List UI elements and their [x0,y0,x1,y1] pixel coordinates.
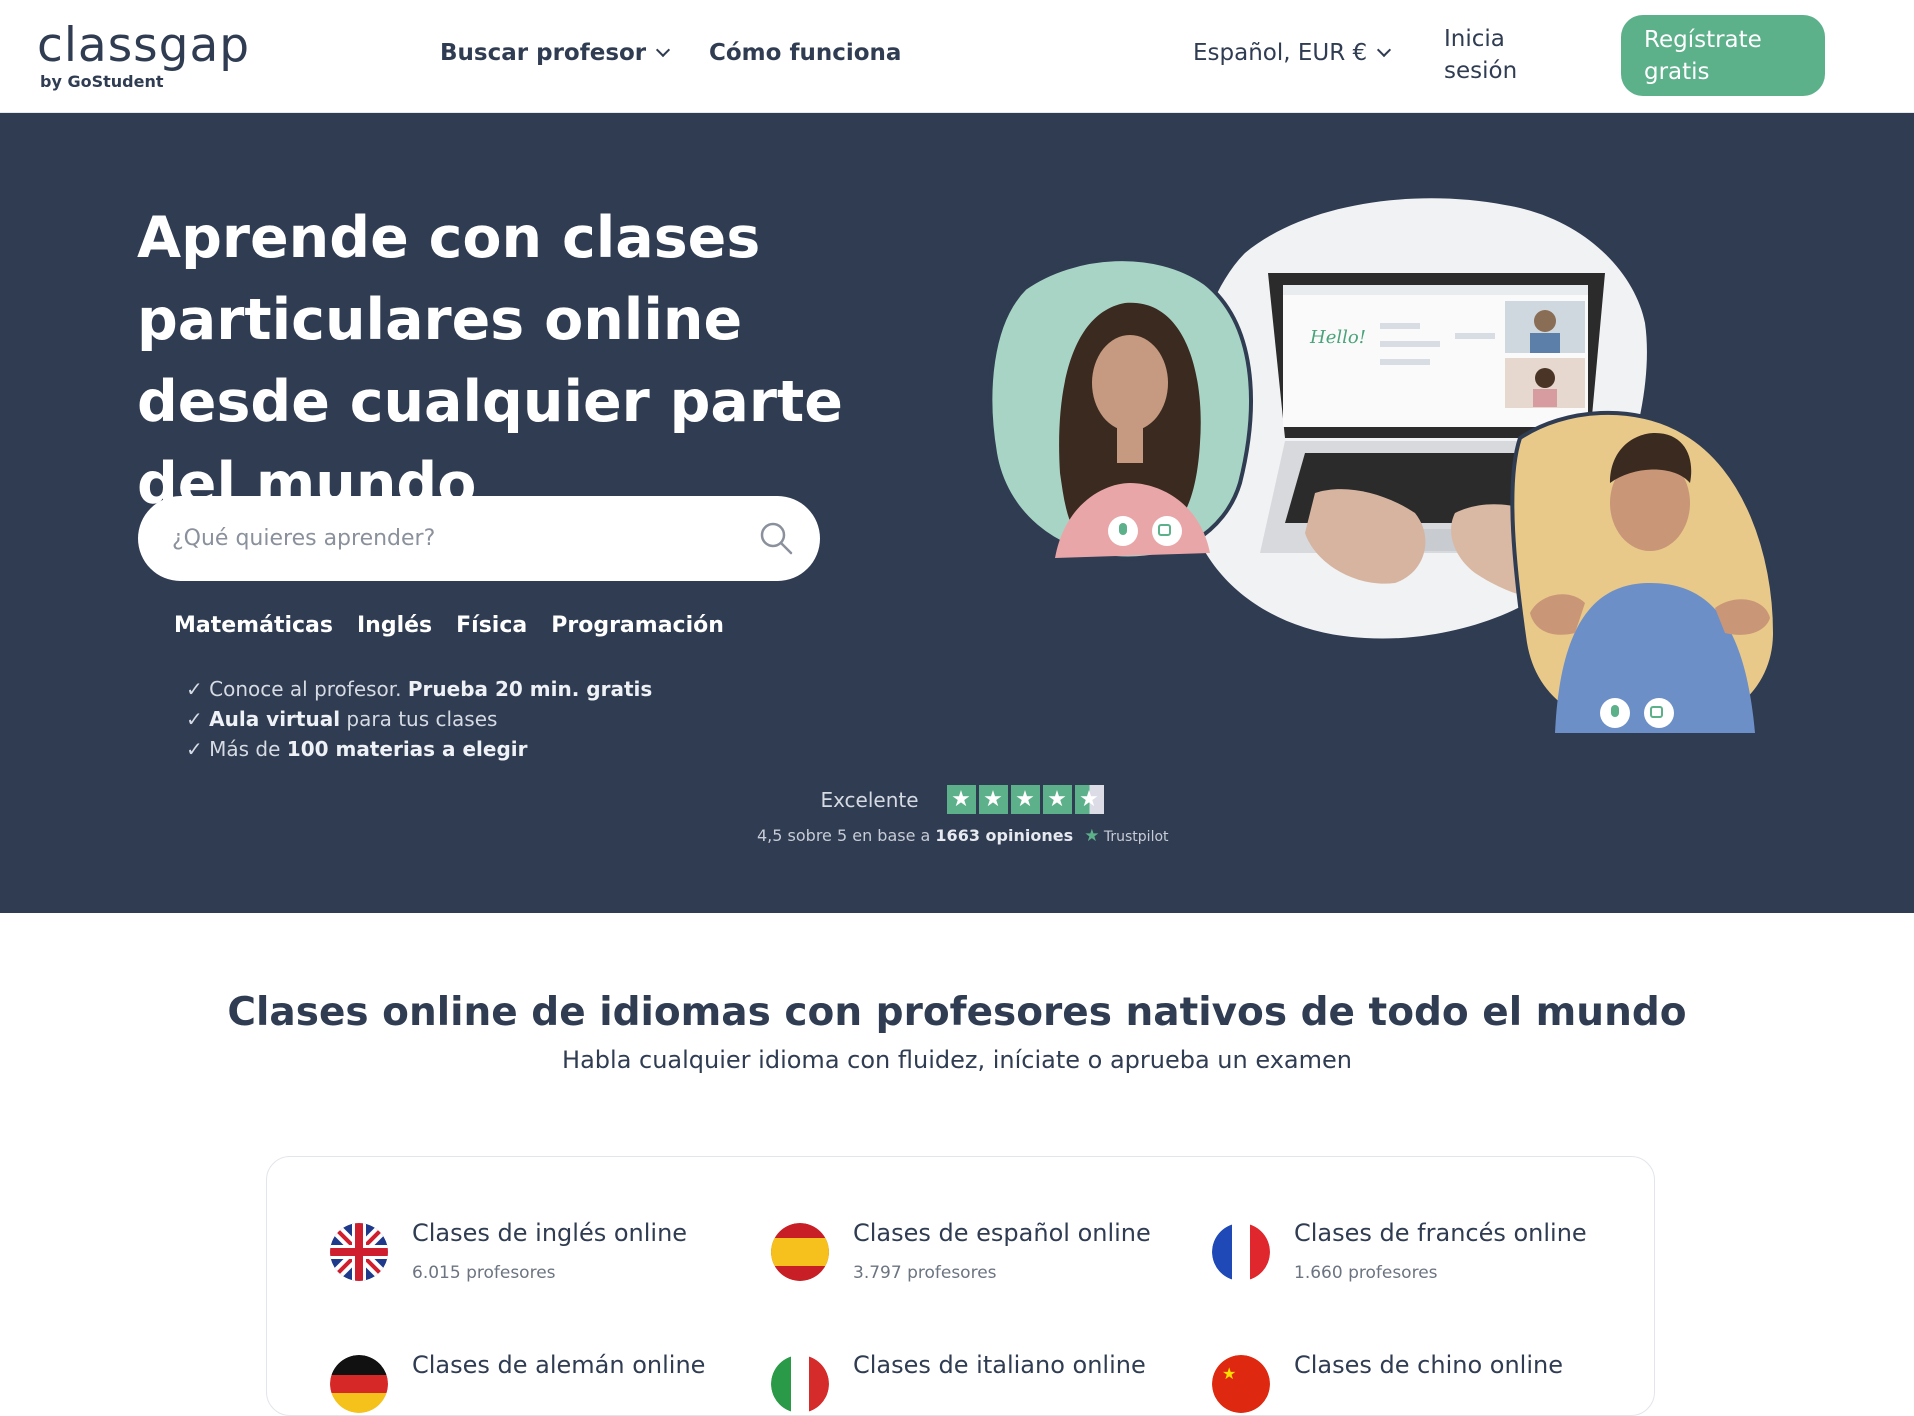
svg-text:★: ★ [1222,1364,1236,1383]
trustpilot-stars: ★ ★ ★ ★ ★ [946,785,1104,814]
tutor-count: 3.797 profesores [853,1263,997,1283]
search-bar[interactable] [138,496,820,581]
china-flag-icon: ★ [1212,1355,1270,1413]
language-name: Clases de italiano online [853,1351,1146,1379]
search-icon[interactable] [758,520,794,556]
popular-subjects: Matemáticas Inglés Física Programación [174,613,724,638]
tutor-count: 6.015 profesores [412,1263,556,1283]
login-link[interactable]: Inicia sesión [1444,23,1544,87]
star-icon: ★ [946,785,976,814]
benefit-item: ✓ Más de 100 materias a elegir [186,737,528,761]
nav-buscar-profesor[interactable]: Buscar profesor [440,40,671,66]
language-item-espanol[interactable]: Clases de español online 3.797 profesore… [771,1219,1171,1293]
site-header: classgap by GoStudent Buscar profesor Có… [0,0,1914,113]
language-name: Clases de chino online [1294,1351,1563,1379]
trustpilot-rating-label: Excelente [820,787,919,812]
italy-flag-icon [771,1355,829,1413]
hero-title: Aprende con clases particulares online d… [137,205,843,517]
hero-section: Aprende con clases particulares online d… [0,113,1914,913]
video-camera-icon [1644,698,1674,728]
trustpilot-logo: ★ Trustpilot [1084,826,1169,846]
germany-flag-icon [330,1355,388,1413]
spain-flag-icon [771,1223,829,1281]
benefit-item: ✓ Aula virtual para tus clases [186,707,498,731]
trustpilot-star-icon: ★ [1084,826,1100,846]
languages-section-subtitle: Habla cualquier idioma con fluidez, iníc… [562,1046,1352,1074]
tutor-count: 1.660 profesores [1294,1263,1438,1283]
uk-flag-icon [330,1223,388,1281]
subject-link-fisica[interactable]: Física [456,613,527,638]
language-name: Clases de inglés online [412,1219,688,1247]
language-currency-selector[interactable]: Español, EUR € [1193,40,1392,66]
benefit-item: ✓ Conoce al profesor. Prueba 20 min. gra… [186,677,653,701]
languages-card: Clases de inglés online 6.015 profesores… [266,1156,1655,1416]
chevron-down-icon [656,42,671,58]
languages-section-title: Clases online de idiomas con profesores … [227,990,1687,1035]
trustpilot-widget[interactable]: Excelente ★ ★ ★ ★ ★ 4,5 sobre 5 en base … [757,785,1169,846]
video-camera-icon [1152,516,1182,546]
trustpilot-summary: 4,5 sobre 5 en base a 1663 opiniones ★ T… [757,826,1169,846]
chevron-down-icon [1377,42,1392,58]
language-item-ingles[interactable]: Clases de inglés online 6.015 profesores [330,1219,730,1293]
logo-wordmark: classgap [37,18,251,73]
language-name: Clases de francés online [1294,1219,1587,1247]
language-item-chino[interactable]: ★ Clases de chino online [1212,1351,1612,1415]
language-name: Clases de español online [853,1219,1151,1247]
subject-link-programacion[interactable]: Programación [551,613,724,638]
logo-subtitle: by GoStudent [40,72,164,91]
star-icon: ★ [1042,785,1072,814]
nav-como-funciona[interactable]: Cómo funciona [709,40,901,66]
language-item-frances[interactable]: Clases de francés online 1.660 profesore… [1212,1219,1612,1293]
language-item-aleman[interactable]: Clases de alemán online [330,1351,730,1415]
benefits-list: ✓ Conoce al profesor. Prueba 20 min. gra… [186,674,652,764]
subject-link-ingles[interactable]: Inglés [357,613,432,638]
half-star-icon: ★ [1074,785,1104,814]
star-icon: ★ [978,785,1008,814]
subject-link-matematicas[interactable]: Matemáticas [174,613,333,638]
laptop-hello-text: Hello! [1309,327,1366,348]
language-currency-label: Español, EUR € [1193,40,1368,66]
france-flag-icon [1212,1223,1270,1281]
star-icon: ★ [1010,785,1040,814]
search-input[interactable] [172,496,732,581]
hero-illustration: Hello! [988,198,1778,736]
language-item-italiano[interactable]: Clases de italiano online [771,1351,1171,1415]
classgap-logo[interactable]: classgap by GoStudent [37,22,250,91]
language-name: Clases de alemán online [412,1351,706,1379]
signup-button[interactable]: Regístrate gratis [1621,15,1825,96]
nav-buscar-profesor-label: Buscar profesor [440,40,647,66]
